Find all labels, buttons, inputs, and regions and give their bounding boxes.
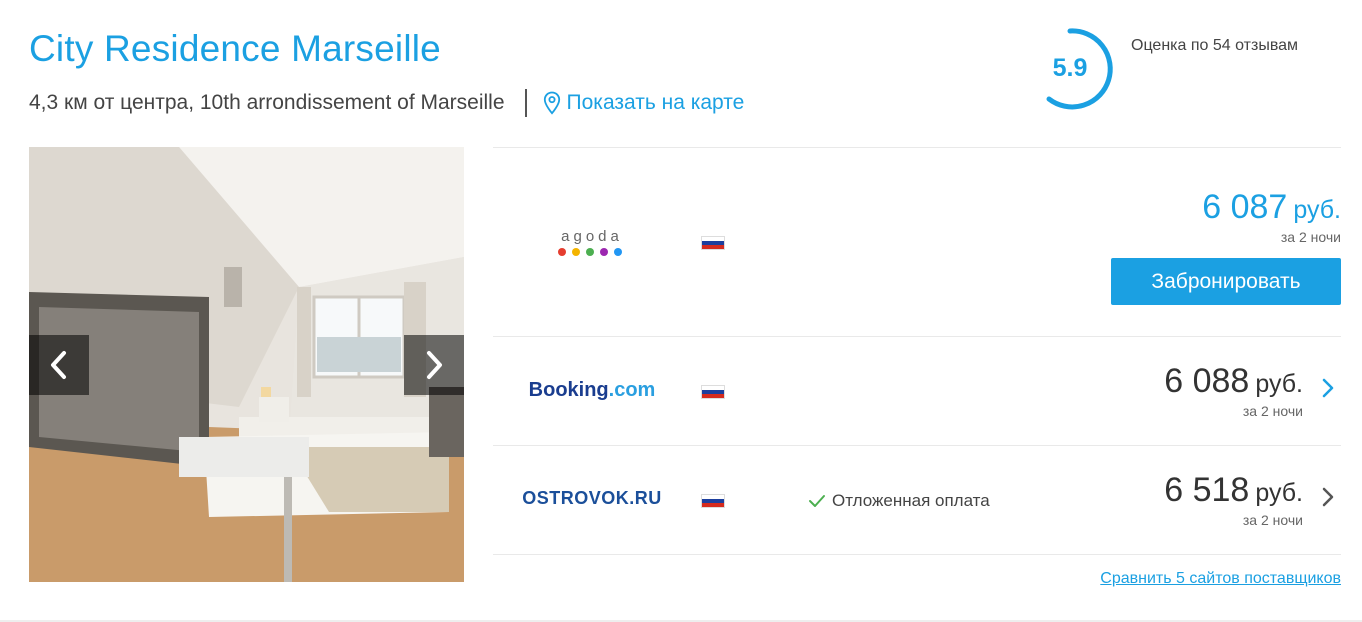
- rating-reviews-count: Оценка по 54 отзывам: [1131, 37, 1299, 54]
- offer-price: 6 087 руб. за 2 ночи: [1202, 188, 1341, 245]
- divider: [524, 89, 527, 117]
- chevron-right-icon[interactable]: [1321, 377, 1335, 399]
- russia-flag-icon: [701, 236, 725, 250]
- deferred-payment-badge: Отложенная оплата: [808, 491, 990, 511]
- price-amount: 6 088: [1164, 362, 1250, 400]
- rating-gauge: 5.9: [1040, 24, 1116, 114]
- agoda-logo: agoda: [527, 228, 657, 257]
- offer-booking[interactable]: Booking .com 6 088 руб. за 2 ночи: [493, 336, 1341, 445]
- book-button[interactable]: Забронировать: [1111, 258, 1341, 305]
- show-on-map-link[interactable]: Показать на карте: [543, 91, 745, 115]
- offers-list: agoda 6 087 руб. за 2 ночи Забронировать …: [493, 147, 1341, 555]
- offer-agoda: agoda 6 087 руб. за 2 ночи Забронировать: [493, 147, 1341, 336]
- russia-flag-icon: [701, 385, 725, 399]
- offer-price: 6 088 руб. за 2 ночи: [1164, 362, 1303, 419]
- price-nights: за 2 ночи: [1280, 229, 1341, 245]
- chevron-left-icon: [51, 351, 66, 379]
- chevron-right-icon: [427, 351, 442, 379]
- chevron-right-icon[interactable]: [1321, 486, 1335, 508]
- hotel-title: City Residence Marseille: [29, 28, 441, 69]
- booking-logo-main: Booking: [528, 379, 609, 401]
- price-currency: руб.: [1255, 370, 1303, 398]
- gallery-prev-button[interactable]: [29, 335, 89, 395]
- deferred-payment-label: Отложенная оплата: [832, 491, 990, 510]
- ostrovok-logo: OSTROVOK.RU: [522, 488, 661, 509]
- booking-logo: Booking .com: [527, 379, 657, 402]
- map-pin-icon: [543, 91, 560, 115]
- hotel-room-photo: [29, 147, 464, 582]
- price-nights: за 2 ночи: [1242, 403, 1303, 419]
- compare-providers-link[interactable]: Сравнить 5 сайтов поставщиков: [1100, 570, 1341, 588]
- agoda-logo-text: agoda: [561, 228, 623, 245]
- price-nights: за 2 ночи: [1242, 512, 1303, 528]
- price-currency: руб.: [1293, 196, 1341, 224]
- hotel-location-bar: 4,3 км от центра, 10th arrondissement of…: [29, 88, 744, 118]
- show-on-map-label: Показать на карте: [566, 91, 745, 114]
- offers-divider: [493, 554, 1341, 555]
- gallery-next-button[interactable]: [404, 335, 464, 395]
- price-currency: руб.: [1255, 479, 1303, 507]
- rating-score: 5.9: [1052, 54, 1088, 82]
- russia-flag-icon: [701, 494, 725, 508]
- ostrovok-logo-text: OSTROVOK.RU: [522, 488, 662, 508]
- check-icon: [809, 495, 825, 507]
- agoda-dots-icon: [558, 248, 622, 256]
- booking-logo-suffix: .com: [608, 379, 656, 401]
- hotel-location: 4,3 км от центра, 10th arrondissement of…: [29, 91, 505, 114]
- offer-price: 6 518 руб. за 2 ночи: [1164, 471, 1303, 528]
- hotel-photo-gallery[interactable]: [29, 147, 464, 582]
- price-amount: 6 087: [1202, 188, 1288, 226]
- offer-ostrovok[interactable]: OSTROVOK.RU Отложенная оплата 6 518 руб. …: [493, 445, 1341, 554]
- price-amount: 6 518: [1164, 471, 1250, 509]
